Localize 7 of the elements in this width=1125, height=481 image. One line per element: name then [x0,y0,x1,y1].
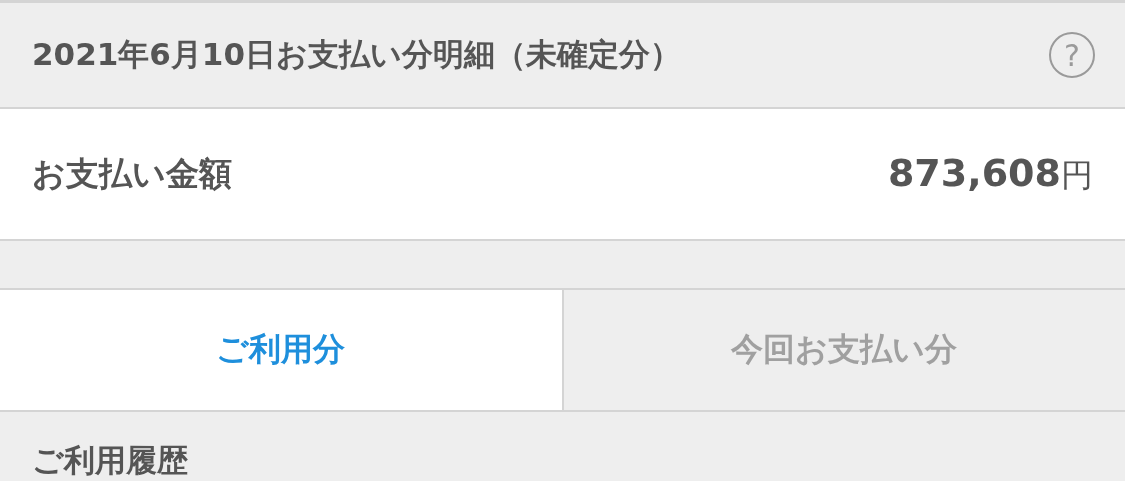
help-icon[interactable]: ? [1049,32,1095,78]
payment-amount: 873,608 [887,150,1061,195]
payment-label: お支払い金額 [32,152,232,195]
currency-label: 円 [1061,154,1093,196]
statement-title: 2021年6月10日お支払い分明細（未確定分） [32,35,681,74]
section-heading: ご利用履歴 [32,442,188,478]
tab[interactable]: ご利用分 [0,290,562,410]
